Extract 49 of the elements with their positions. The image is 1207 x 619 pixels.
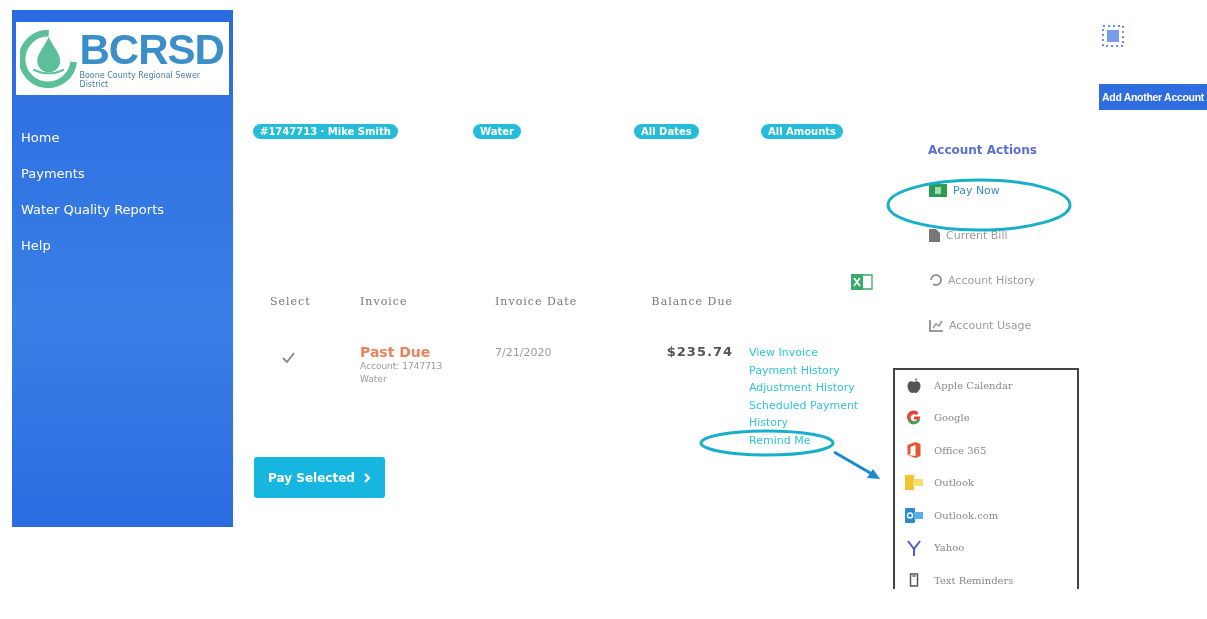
office-icon — [905, 442, 923, 458]
status-label: Past Due — [360, 344, 431, 360]
section-title: Account Actions — [928, 143, 1037, 157]
filter-chip[interactable]: All Amounts — [761, 124, 844, 139]
menu-item[interactable]: Office 365 — [905, 441, 1077, 459]
column-header: Balance Due — [650, 295, 733, 308]
y-icon — [905, 539, 923, 556]
balance-amount: $235.74 — [666, 344, 733, 361]
history-icon — [929, 274, 942, 287]
account-action[interactable]: Pay Now — [929, 182, 1036, 199]
logo-wordmark: BCRSD — [79, 28, 225, 71]
pay-selected-button[interactable]: Pay Selected — [254, 457, 385, 498]
sidebar-item[interactable]: Help — [21, 237, 233, 255]
chevron-icon — [363, 472, 371, 483]
money-icon — [929, 184, 947, 197]
column-header: Select — [270, 295, 312, 308]
invoice-link[interactable]: Remind Me — [749, 431, 811, 449]
filter-chip[interactable]: All Dates — [634, 124, 699, 139]
filter-chip[interactable]: #1747713 · Mike Smith — [253, 124, 398, 139]
checkmark-icon[interactable] — [282, 352, 295, 363]
menu-item[interactable]: Apple Calendar — [905, 376, 1077, 394]
invoice-link[interactable]: View Invoice — [749, 344, 818, 362]
invoice-link[interactable]: Adjustment History — [749, 379, 855, 397]
menu-item[interactable]: Yahoo — [905, 538, 1077, 557]
menu-item[interactable]: Google — [905, 408, 1077, 427]
sidebar-item[interactable]: Payments — [21, 165, 233, 183]
google-icon — [905, 409, 923, 426]
chart-icon — [929, 319, 943, 332]
add-account-button[interactable]: Add Another Account — [1099, 84, 1207, 110]
annotation-arrow — [833, 450, 880, 479]
document-icon — [929, 229, 940, 242]
menu-item[interactable]: Text Reminders — [905, 571, 1077, 589]
account-number: Account: 1747713 — [360, 360, 443, 373]
menu-item[interactable]: Outlook — [905, 473, 1077, 492]
menu-item[interactable]: Outlook.com — [905, 506, 1077, 524]
apple-icon — [905, 377, 923, 393]
sidebar-item[interactable]: Home — [21, 129, 233, 147]
column-header: Invoice Date — [495, 295, 579, 308]
invoice-link[interactable]: Payment History — [749, 361, 840, 379]
spreadsheet-icon[interactable] — [851, 273, 873, 291]
water-drop-icon — [20, 27, 78, 90]
column-header: Invoice — [360, 295, 409, 308]
sidebar-item[interactable]: Water Quality Reports — [21, 201, 233, 219]
service-type: Water — [360, 373, 387, 386]
logo-tagline: Boone County Regional Sewer District — [79, 70, 202, 89]
selection-icon[interactable] — [1101, 24, 1125, 48]
invoice-date: 7/21/2020 — [495, 345, 552, 361]
filter-chip[interactable]: Water — [473, 124, 521, 139]
invoice-link[interactable]: Scheduled Payment History — [749, 396, 873, 432]
